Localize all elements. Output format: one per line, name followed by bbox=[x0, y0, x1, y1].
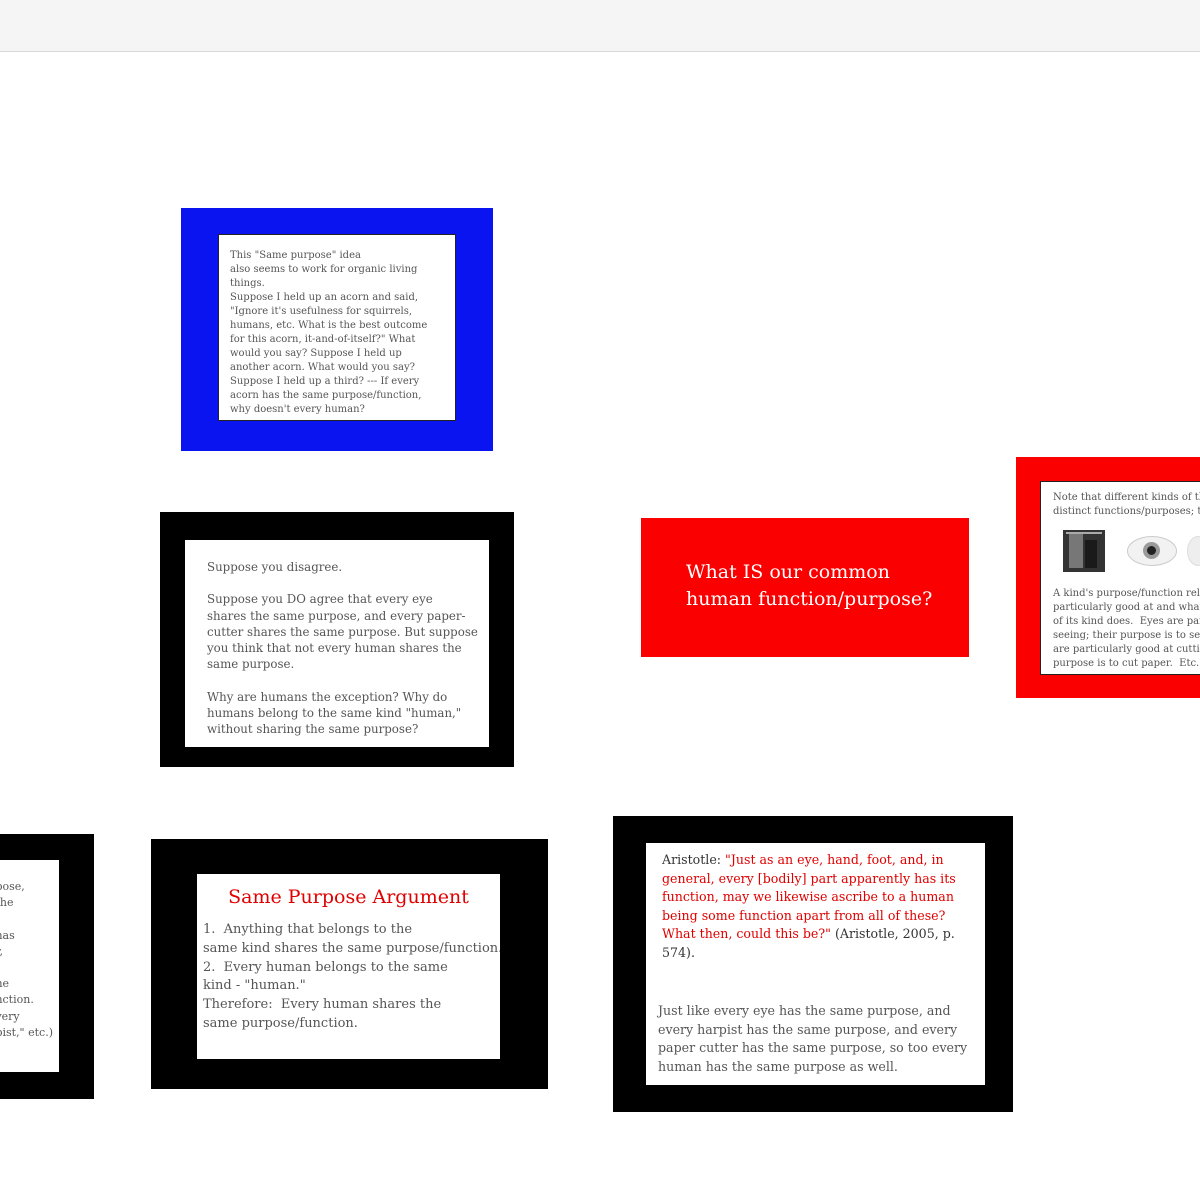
disagree-card[interactable]: Suppose you disagree. Suppose you DO agr… bbox=[160, 512, 514, 767]
aristotle-card[interactable]: Aristotle: "Just as an eye, hand, foot, … bbox=[613, 816, 1013, 1112]
disagree-card-content: Suppose you disagree. Suppose you DO agr… bbox=[185, 540, 489, 747]
top-toolbar bbox=[0, 0, 1200, 52]
acorn-card-content: This "Same purpose" idea also seems to w… bbox=[218, 234, 456, 421]
aristotle-body: Just like every eye has the same purpose… bbox=[658, 1003, 968, 1074]
left-partial-card[interactable]: pose, the has r, he nction. very pist," … bbox=[0, 834, 94, 1099]
question-card[interactable]: What IS our common human function/purpos… bbox=[641, 518, 969, 657]
argument-card-content: Same Purpose Argument 1. Anything that b… bbox=[197, 874, 500, 1059]
note-card-bottom-text: A kind's purpose/function rela particula… bbox=[1053, 588, 1200, 669]
eye-image bbox=[1127, 536, 1177, 566]
aristotle-label: Aristotle: bbox=[662, 852, 726, 867]
note-card-top-text: Note that different kinds of th distinct… bbox=[1053, 492, 1200, 517]
note-card[interactable]: Note that different kinds of th distinct… bbox=[1016, 457, 1200, 698]
note-card-content: Note that different kinds of th distinct… bbox=[1040, 481, 1200, 675]
harpist-image bbox=[1063, 530, 1105, 572]
argument-title: Same Purpose Argument bbox=[228, 886, 469, 908]
acorn-card-text: This "Same purpose" idea also seems to w… bbox=[230, 250, 428, 415]
argument-body: 1. Anything that belongs to the same kin… bbox=[203, 922, 500, 1031]
argument-card[interactable]: Same Purpose Argument 1. Anything that b… bbox=[151, 839, 548, 1089]
paper-cutter-image bbox=[1187, 536, 1200, 566]
aristotle-quote-block: Aristotle: "Just as an eye, hand, foot, … bbox=[662, 851, 972, 963]
aristotle-card-content: Aristotle: "Just as an eye, hand, foot, … bbox=[646, 843, 985, 1085]
disagree-card-text: Suppose you disagree. Suppose you DO agr… bbox=[207, 560, 478, 737]
left-partial-card-content: pose, the has r, he nction. very pist," … bbox=[0, 860, 59, 1072]
left-partial-card-text: pose, the has r, he nction. very pist," … bbox=[0, 880, 53, 1039]
question-card-text: What IS our common human function/purpos… bbox=[686, 561, 933, 610]
acorn-card[interactable]: This "Same purpose" idea also seems to w… bbox=[181, 208, 493, 451]
